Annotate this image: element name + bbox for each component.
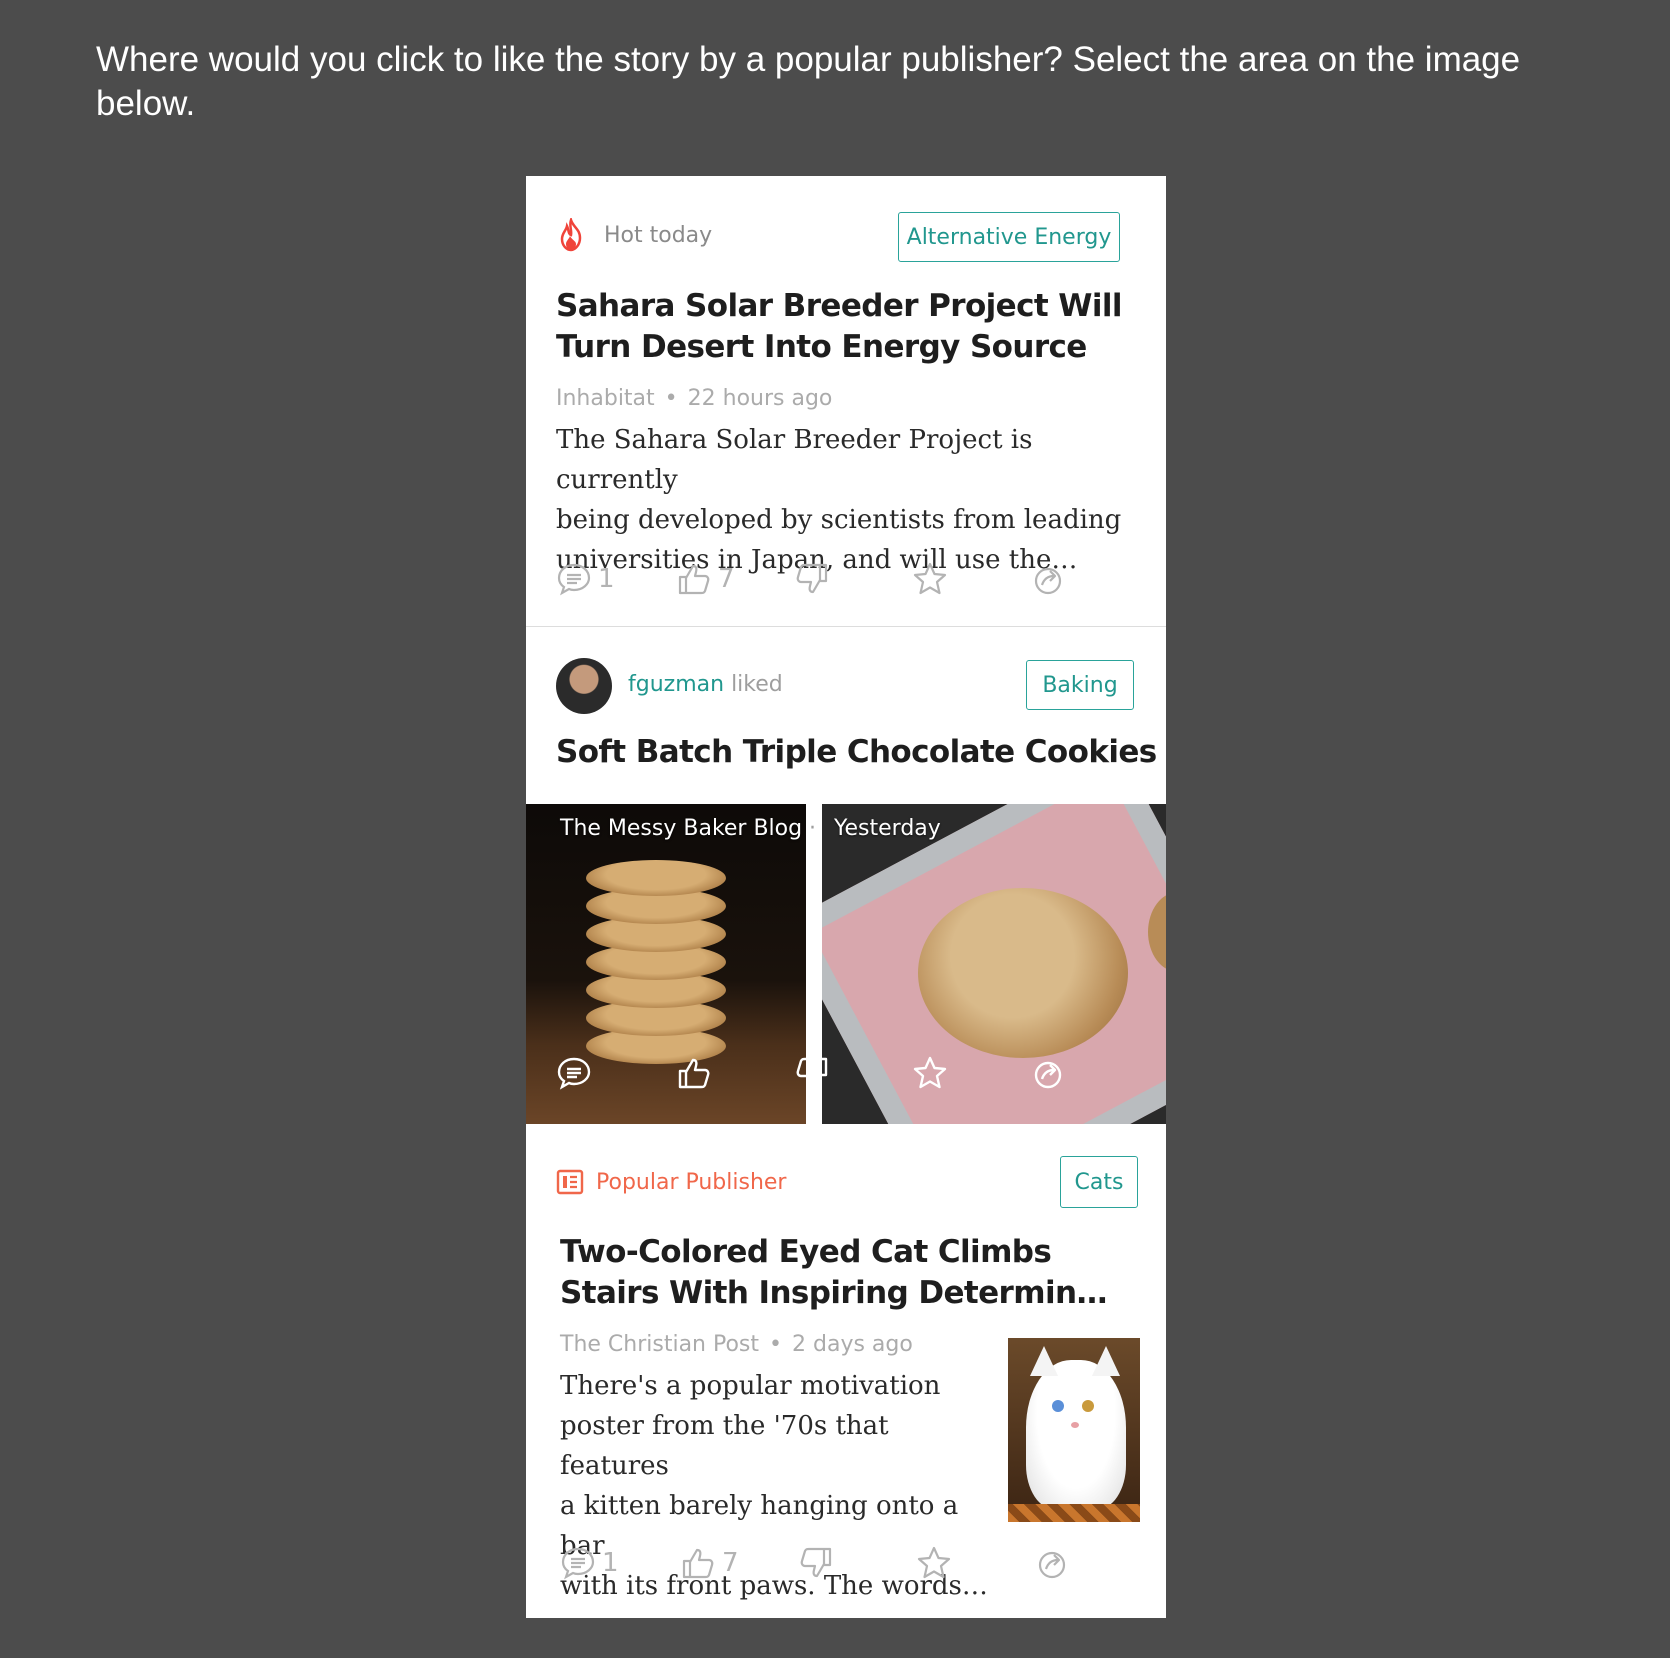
thumbs-down-icon <box>796 563 828 594</box>
like-count: 7 <box>718 564 735 594</box>
kitten-nose <box>1071 1422 1079 1428</box>
headline-line: Stairs With Inspiring Determin… <box>560 1275 1107 1311</box>
action-bar-solar: 1 7 <box>556 556 1136 602</box>
kitten-eye-amber <box>1082 1400 1094 1412</box>
save-button[interactable] <box>912 556 948 602</box>
star-icon <box>913 562 947 595</box>
share-button[interactable] <box>1030 1050 1066 1096</box>
kitten-eye-blue <box>1052 1400 1064 1412</box>
timestamp: 2 days ago <box>792 1332 913 1357</box>
like-button[interactable] <box>676 1050 712 1096</box>
source-name[interactable]: The Christian Post <box>560 1332 759 1357</box>
share-button[interactable] <box>1030 556 1066 602</box>
comment-button[interactable]: 1 <box>560 1540 619 1586</box>
avatar[interactable] <box>556 658 612 714</box>
thumbs-down-icon <box>800 1547 832 1578</box>
publisher-icon <box>556 1169 584 1195</box>
kitten-thumbnail[interactable] <box>1008 1338 1140 1522</box>
thumbs-up-icon <box>678 1058 710 1089</box>
comment-icon <box>557 1057 591 1090</box>
kitten-ear <box>1092 1346 1120 1376</box>
story-headline-cat[interactable]: Two-Colored Eyed Cat Climbs Stairs With … <box>560 1232 1140 1314</box>
summary-line: poster from the '70s that features <box>560 1411 889 1481</box>
summary-line: There's a popular motivation <box>560 1371 941 1401</box>
share-icon <box>1038 1551 1066 1579</box>
action-bar-cat: 1 7 <box>560 1540 1140 1586</box>
hot-today-badge: Hot today <box>556 218 712 252</box>
liked-label: liked <box>731 672 783 697</box>
thumbs-up-icon <box>682 1548 714 1579</box>
headline-line: Sahara Solar Breeder Project Will <box>556 288 1123 324</box>
image-time-caption: Yesterday <box>834 816 941 841</box>
popular-publisher-badge: Popular Publisher <box>556 1168 786 1196</box>
meta-separator-dot: • <box>769 1332 783 1357</box>
thumbs-down-icon <box>796 1057 828 1088</box>
share-button[interactable] <box>1034 1540 1070 1586</box>
like-button-popular-publisher[interactable]: 7 <box>680 1540 739 1586</box>
story-meta-solar: Inhabitat • 22 hours ago <box>556 386 832 411</box>
user-link-fguzman[interactable]: fguzman <box>628 672 724 697</box>
kitten-bar <box>1008 1504 1140 1522</box>
popular-publisher-label: Popular Publisher <box>596 1169 787 1195</box>
like-count: 7 <box>722 1548 739 1578</box>
comment-button[interactable] <box>556 1050 592 1096</box>
feed-screenshot: Hot today Alternative Energy Sahara Sola… <box>526 176 1166 1618</box>
meta-separator-dot: · <box>809 816 816 841</box>
tag-cats[interactable]: Cats <box>1060 1156 1138 1208</box>
save-button[interactable] <box>912 1050 948 1096</box>
share-icon <box>1034 1061 1062 1089</box>
comment-count: 1 <box>598 564 615 594</box>
question-prompt: Where would you click to like the story … <box>96 40 1521 123</box>
tag-baking[interactable]: Baking <box>1026 660 1134 710</box>
star-icon <box>913 1056 947 1089</box>
comment-icon <box>557 563 591 596</box>
meta-separator-dot: • <box>664 386 678 411</box>
dislike-button[interactable] <box>794 1050 830 1096</box>
save-button[interactable] <box>916 1540 952 1586</box>
summary-line: The Sahara Solar Breeder Project is curr… <box>556 425 1033 495</box>
kitten-ear <box>1030 1346 1058 1376</box>
story-headline-cookies[interactable]: Soft Batch Triple Chocolate Cookies <box>556 732 1157 773</box>
comment-count: 1 <box>602 1548 619 1578</box>
story-meta-cat: The Christian Post • 2 days ago <box>560 1332 913 1357</box>
liked-by-line: fguzman liked <box>628 672 783 697</box>
tag-alternative-energy[interactable]: Alternative Energy <box>898 212 1120 262</box>
dislike-button[interactable] <box>798 1540 834 1586</box>
share-icon <box>1034 567 1062 595</box>
timestamp: 22 hours ago <box>687 386 833 411</box>
thumbs-up-icon <box>678 564 710 595</box>
source-name[interactable]: Inhabitat <box>556 386 655 411</box>
story-headline-solar[interactable]: Sahara Solar Breeder Project Will Turn D… <box>556 286 1136 368</box>
kitten-graphic <box>1026 1360 1126 1510</box>
headline-line: Turn Desert Into Energy Source <box>556 329 1087 365</box>
hot-today-label: Hot today <box>604 222 713 248</box>
image-source-caption: The Messy Baker Blog <box>560 816 803 841</box>
card-divider <box>526 626 1166 627</box>
headline-line: Two-Colored Eyed Cat Climbs <box>560 1234 1052 1270</box>
like-button[interactable]: 7 <box>676 556 735 602</box>
action-bar-cookies <box>556 1050 1136 1096</box>
dislike-button[interactable] <box>794 556 830 602</box>
comment-button[interactable]: 1 <box>556 556 615 602</box>
flame-icon <box>560 218 582 252</box>
star-icon <box>917 1546 951 1579</box>
summary-line: being developed by scientists from leadi… <box>556 505 1122 535</box>
comment-icon <box>561 1547 595 1580</box>
cookie-graphic <box>918 888 1128 1058</box>
